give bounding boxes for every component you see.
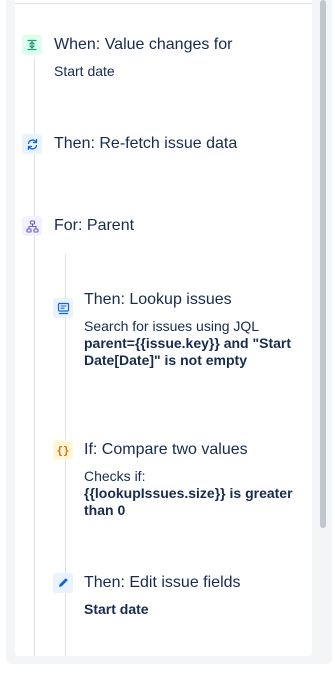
lookup-jql: parent={{issue.key}} and "Start Date[Dat…: [84, 335, 292, 368]
lookup-line: Search for issues using JQL: [84, 318, 260, 334]
lookup-title: Then: Lookup issues: [84, 291, 232, 308]
trigger-detail: Start date: [54, 63, 115, 79]
braces-glyph: {}: [56, 443, 70, 457]
edit-field: Start date: [84, 601, 149, 617]
edit-title: Then: Edit issue fields: [84, 574, 241, 591]
trigger-icon: [22, 35, 42, 55]
condition-expression: {{lookupIssues.size}} is greater than 0: [84, 485, 293, 518]
hierarchy-icon: [22, 216, 42, 236]
refetch-title: Then: Re-fetch issue data: [54, 135, 238, 152]
rule-canvas: When: Value changes for Start date Then:…: [15, 0, 312, 656]
braces-icon: {}: [53, 440, 73, 460]
edit-description: Start date: [84, 601, 149, 618]
condition-description: Checks if: {{lookupIssues.size}} is grea…: [84, 468, 309, 519]
scrollbar[interactable]: [318, 0, 327, 656]
trigger-title: When: Value changes for: [54, 36, 233, 53]
pencil-icon: [53, 573, 73, 593]
lookup-description: Search for issues using JQL parent={{iss…: [84, 318, 294, 369]
branch-title: For: Parent: [54, 217, 135, 234]
rule-panel: When: Value changes for Start date Then:…: [6, 0, 332, 664]
refresh-icon: [22, 134, 42, 154]
condition-line: Checks if:: [84, 468, 146, 484]
divider: [15, 3, 312, 4]
condition-title: If: Compare two values: [84, 441, 248, 458]
lookup-monitor-icon: [53, 298, 73, 318]
scrollbar-thumb[interactable]: [320, 0, 326, 528]
